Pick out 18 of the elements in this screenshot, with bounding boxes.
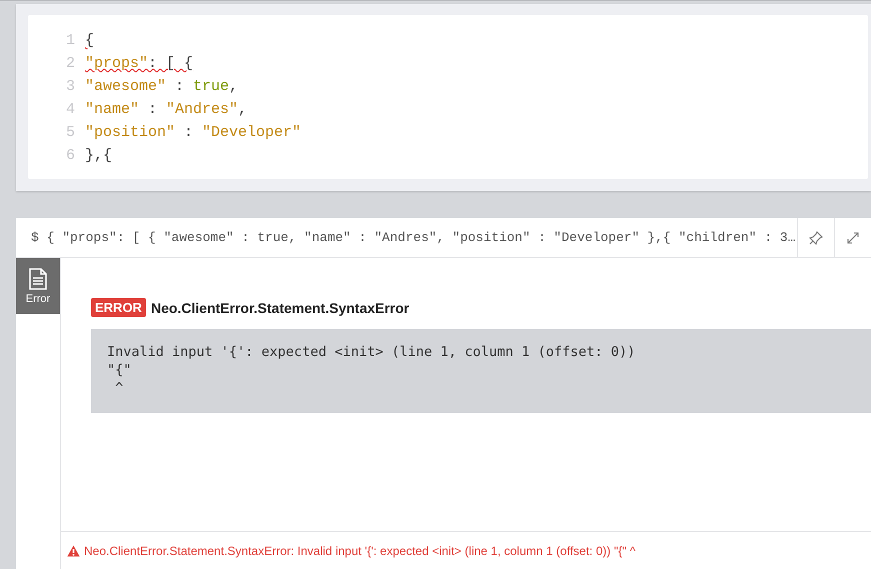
query-text: $ { "props": [ { "awesome" : true, "name" : "Andres", "position" : "Developer" },{ "children" : 3… xyxy=(30,230,797,245)
code-line: { xyxy=(85,32,94,49)
code-line: "props": [ { xyxy=(85,55,194,72)
code-line: },{ xyxy=(85,147,112,164)
error-badge: ERROR xyxy=(91,298,146,317)
pin-icon xyxy=(809,230,823,244)
document-icon xyxy=(29,268,47,290)
warning-icon xyxy=(67,545,80,557)
error-message-line: ^ xyxy=(114,379,124,397)
error-title: Neo.ClientError.Statement.SyntaxError xyxy=(150,300,410,316)
status-message: Neo.ClientError.Statement.SyntaxError: Invalid input '{': expected <init> (line 1, column 1 (offset: 0)) "{" ^ xyxy=(84,544,636,558)
code-line: "name" : "Andres", xyxy=(85,101,248,118)
expand-icon xyxy=(846,230,860,244)
error-tab[interactable]: Error xyxy=(16,258,60,314)
code-line: "awesome" : true, xyxy=(85,78,238,95)
error-message-line: Invalid input '{': expected <init> (line 1, column 1 (offset: 0)) xyxy=(107,343,636,361)
code-line: "position" : "Developer" xyxy=(85,124,302,141)
error-message-line: "{" xyxy=(107,361,132,379)
